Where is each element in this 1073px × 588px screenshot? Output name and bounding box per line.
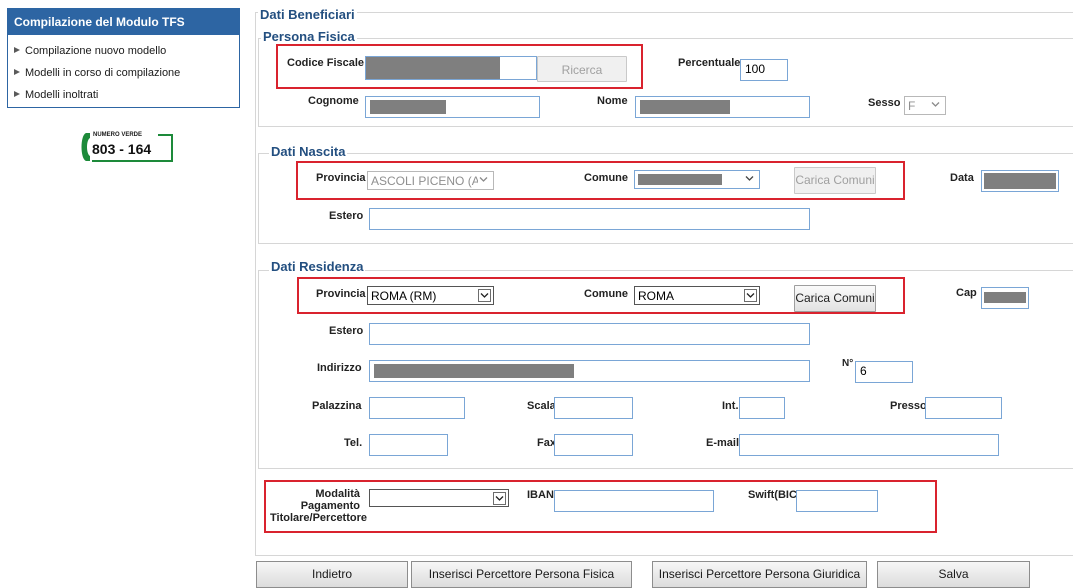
sidebar-item-label: Modelli inoltrati [25,89,99,101]
iban-label: IBAN [527,489,554,501]
data-nascita-label: Data [950,172,974,184]
triangle-right-icon [14,69,20,76]
redacted-block [984,173,1056,189]
cap-input[interactable] [981,287,1029,309]
redacted-block [374,364,574,378]
residenza-estero-input[interactable] [369,323,810,345]
numero-verde-caption: NUMERO VERDE [93,132,143,138]
residenza-comune-label: Comune [584,288,628,300]
scala-input[interactable] [554,397,633,419]
numero-civico-label: N° [842,358,854,369]
nome-input[interactable] [635,96,810,118]
divider [258,468,1073,469]
redacted-block [984,292,1026,303]
sidebar-item-in-corso[interactable]: Modelli in corso di compilazione [14,67,180,79]
sesso-select[interactable]: F [904,96,946,115]
residenza-comune-value: ROMA [638,289,674,303]
residenza-provincia-value: ROMA (RM) [371,289,437,303]
divider [258,153,1073,154]
nascita-provincia-select[interactable]: ASCOLI PICENO (AP [367,171,494,190]
swift-input[interactable] [796,490,878,512]
sidebar-item-label: Modelli in corso di compilazione [25,67,181,79]
palazzina-label: Palazzina [312,400,362,412]
divider [255,12,256,555]
nascita-provincia-label: Provincia [316,172,366,184]
triangle-right-icon [14,91,20,98]
sidebar-item-inoltrati[interactable]: Modelli inoltrati [14,89,98,101]
residenza-provincia-label: Provincia [316,288,366,300]
tel-input[interactable] [369,434,448,456]
chevron-down-icon [478,289,491,302]
codice-fiscale-label: Codice Fiscale [287,57,365,69]
redacted-block [366,57,500,79]
nome-label: Nome [597,95,628,107]
divider [258,126,1073,127]
indirizzo-label: Indirizzo [317,362,362,374]
redacted-block [370,100,446,114]
divider [258,270,259,468]
fax-input[interactable] [554,434,633,456]
sidebar-item-label: Compilazione nuovo modello [25,45,167,57]
chevron-down-icon [930,99,943,112]
cognome-label: Cognome [308,95,359,107]
divider [258,270,1073,271]
presso-input[interactable] [925,397,1002,419]
numero-civico-input[interactable]: 6 [855,361,913,383]
data-nascita-input[interactable] [981,170,1059,192]
divider [255,555,1073,556]
nascita-comune-select[interactable] [634,170,760,189]
redacted-block [640,100,730,114]
nascita-carica-comuni-button[interactable]: Carica Comuni [794,167,876,194]
palazzina-input[interactable] [369,397,465,419]
section-title-nascita: Dati Nascita [269,144,348,159]
sidebar-item-nuovo-modello[interactable]: Compilazione nuovo modello [14,45,166,57]
divider [258,38,1073,39]
redacted-block [638,174,722,185]
chevron-down-icon [493,492,506,505]
residenza-comune-select[interactable]: ROMA [634,286,760,305]
nascita-comune-label: Comune [584,172,628,184]
scala-label: Scala [527,400,556,412]
sesso-value: F [908,99,916,113]
section-title-beneficiari: Dati Beneficiari [258,7,357,22]
indirizzo-input[interactable] [369,360,810,382]
chevron-down-icon [744,289,757,302]
section-title-residenza: Dati Residenza [269,259,366,274]
chevron-down-icon [744,173,757,186]
tel-label: Tel. [344,437,363,449]
nascita-estero-input[interactable] [369,208,810,230]
divider [255,12,1073,13]
email-input[interactable] [739,434,999,456]
percentuale-input[interactable]: 100 [740,59,788,81]
codice-fiscale-input[interactable] [365,56,537,80]
cap-label: Cap [956,287,977,299]
iban-input[interactable] [554,490,714,512]
chevron-down-icon [478,174,491,187]
divider [258,243,1073,244]
swift-label: Swift(BIC) [748,489,801,501]
divider [258,153,259,243]
residenza-estero-label: Estero [329,325,364,337]
sidebar-title: Compilazione del Modulo TFS [8,9,239,35]
sesso-label: Sesso [868,97,901,109]
triangle-right-icon [14,47,20,54]
int-input[interactable] [739,397,785,419]
sidebar-panel: Compilazione del Modulo TFS Compilazione… [7,8,240,108]
nascita-estero-label: Estero [329,210,364,222]
modalita-pagamento-select[interactable] [369,489,509,507]
nascita-provincia-value: ASCOLI PICENO (AP [371,174,488,188]
ricerca-button[interactable]: Ricerca [537,56,627,82]
section-title-persona-fisica: Persona Fisica [261,29,357,44]
cognome-input[interactable] [365,96,540,118]
divider [258,38,259,126]
numero-verde-logo: NUMERO VERDE 803 - 164 [78,131,174,163]
residenza-carica-comuni-button[interactable]: Carica Comuni [794,285,876,312]
modalita-pagamento-label: Modalità Pagamento Titolare/Percettore [270,488,368,524]
int-label: Int. [722,400,739,412]
email-label: E-mail [706,437,740,449]
presso-label: Presso [890,400,927,412]
residenza-provincia-select[interactable]: ROMA (RM) [367,286,494,305]
percentuale-label: Percentuale [678,57,741,69]
numero-verde-number: 803 - 164 [92,141,152,157]
